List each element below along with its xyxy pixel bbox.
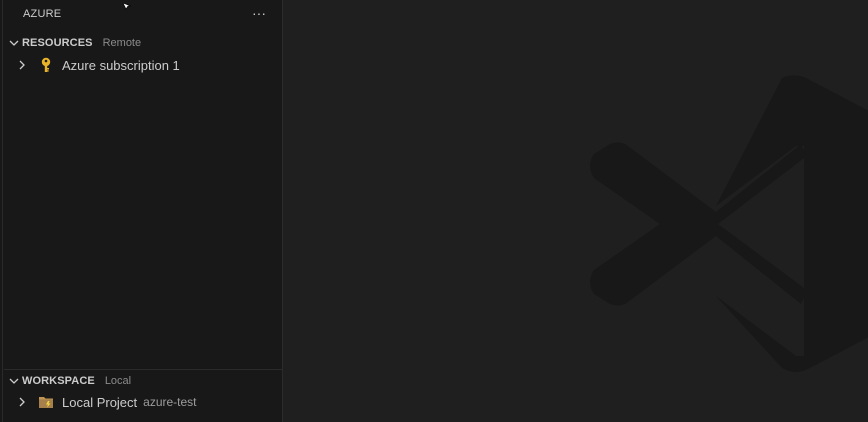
workspace-section-header[interactable]: WORKSPACE Local xyxy=(4,371,280,391)
mouse-cursor-icon xyxy=(122,0,132,16)
activity-bar-edge xyxy=(0,0,3,422)
editor-area xyxy=(284,0,868,422)
workspace-section-subtitle: Local xyxy=(104,375,132,387)
azure-sidebar: AZURE ··· RESOURCES Remote Azure subscri… xyxy=(0,0,283,422)
chevron-down-icon xyxy=(6,373,22,389)
folder-function-icon xyxy=(38,394,54,410)
project-description: azure-test xyxy=(143,395,197,409)
chevron-down-icon xyxy=(6,35,22,51)
sidebar-title: AZURE xyxy=(23,8,62,20)
tree-item-local-project[interactable]: Local Project azure-test xyxy=(4,391,280,413)
resources-section-subtitle: Remote xyxy=(102,37,142,49)
key-icon xyxy=(38,57,54,73)
project-label: Local Project xyxy=(62,394,138,410)
chevron-right-icon[interactable] xyxy=(14,394,30,410)
resources-section-title: RESOURCES xyxy=(22,37,93,49)
vscode-logo-watermark-icon xyxy=(590,75,868,372)
tree-item-azure-subscription[interactable]: Azure subscription 1 xyxy=(4,54,280,76)
resources-section-header[interactable]: RESOURCES Remote xyxy=(4,33,280,53)
chevron-right-icon[interactable] xyxy=(14,57,30,73)
subscription-label: Azure subscription 1 xyxy=(62,57,180,73)
section-divider xyxy=(4,369,283,370)
more-actions-button[interactable]: ··· xyxy=(250,3,268,25)
workspace-section-title: WORKSPACE xyxy=(22,375,95,387)
app-window: AZURE ··· RESOURCES Remote Azure subscri… xyxy=(0,0,868,422)
